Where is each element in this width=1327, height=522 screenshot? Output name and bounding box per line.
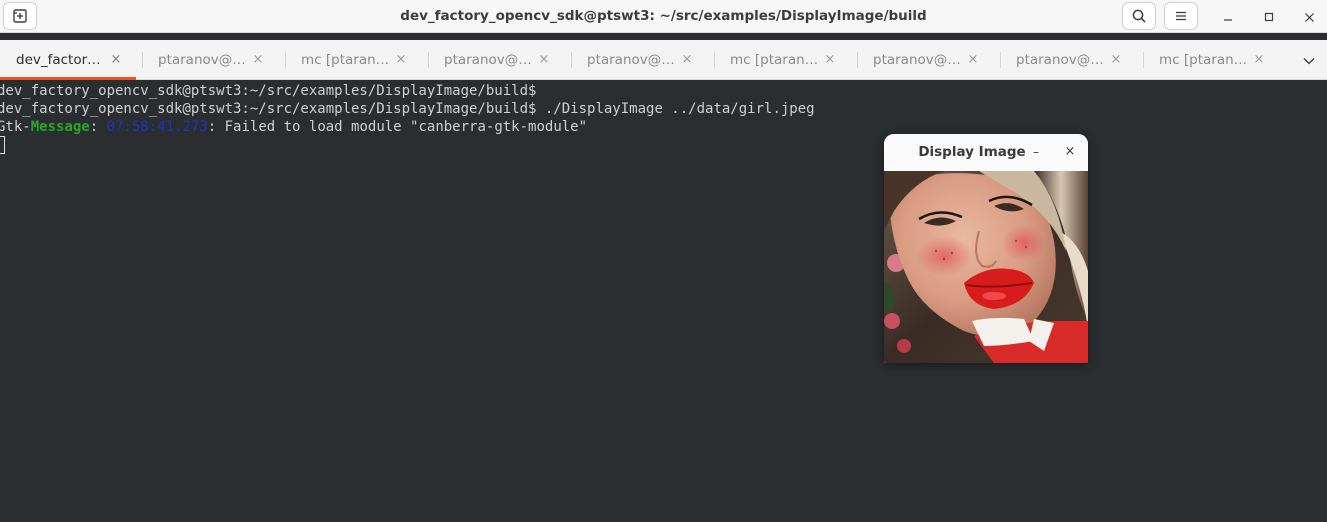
tab-label: mc [ptaranov@ptswt3] bbox=[1159, 52, 1249, 68]
hamburger-menu-icon bbox=[1176, 11, 1186, 21]
search-icon bbox=[1132, 9, 1146, 23]
close-icon bbox=[1304, 12, 1314, 22]
tab-label: ptaranov@ptswt3 bbox=[873, 52, 963, 68]
terminal-cursor bbox=[0, 136, 5, 154]
tab-close-button[interactable]: × bbox=[108, 51, 124, 69]
display-image-window[interactable]: Display Image – × bbox=[884, 134, 1088, 363]
tab-close-button[interactable]: × bbox=[250, 51, 266, 69]
new-tab-button[interactable] bbox=[3, 2, 37, 30]
tab-close-button[interactable]: × bbox=[679, 51, 695, 69]
gtk-prefix: Gtk- bbox=[0, 119, 31, 135]
tab-close-button[interactable]: × bbox=[1251, 51, 1267, 69]
terminal-line-3: Gtk-Message: 07:58:41.273: Failed to loa… bbox=[0, 118, 587, 136]
girl-photo-image bbox=[884, 171, 1088, 363]
active-tab-indicator bbox=[0, 77, 136, 80]
minimize-icon bbox=[1224, 19, 1232, 21]
message-colon: : bbox=[89, 119, 107, 135]
tab-close-button[interactable]: × bbox=[965, 51, 981, 69]
display-image-titlebar[interactable]: Display Image – × bbox=[884, 134, 1088, 171]
window-titlebar: dev_factory_opencv_sdk@ptswt3: ~/src/exa… bbox=[0, 0, 1327, 33]
tab-ptaranov-4[interactable]: ptaranov@ptswt3 × bbox=[857, 40, 1000, 80]
tab-dev-factory[interactable]: dev_factory_opencv_sdk@ptswt3: ~/src/exa… bbox=[0, 40, 143, 80]
tab-label: mc [ptaranov@ptswt3] bbox=[301, 52, 391, 68]
message-timestamp: 07:58:41.273 bbox=[106, 119, 208, 135]
maximize-icon bbox=[1264, 12, 1274, 22]
close-button[interactable] bbox=[1298, 6, 1320, 28]
new-tab-icon bbox=[13, 9, 27, 23]
menu-button[interactable] bbox=[1164, 2, 1198, 30]
display-image-close-button[interactable]: × bbox=[1061, 143, 1079, 161]
tab-mc-2[interactable]: mc [ptaranov@ptswt3] × bbox=[714, 40, 857, 80]
tab-label: ptaranov@ptswt3 bbox=[444, 52, 534, 68]
tab-mc-3[interactable]: mc [ptaranov@ptswt3] × bbox=[1143, 40, 1286, 80]
tab-label: ptaranov@ptswt3 bbox=[158, 52, 248, 68]
display-image-minimize-button[interactable]: – bbox=[1027, 143, 1045, 161]
tab-ptaranov-2[interactable]: ptaranov@ptswt3 × bbox=[428, 40, 571, 80]
terminal-area[interactable]: dev_factory_opencv_sdk@ptswt3:~/src/exam… bbox=[0, 81, 1327, 522]
displayed-photo bbox=[884, 171, 1088, 363]
tab-label: mc [ptaranov@ptswt3] bbox=[730, 52, 820, 68]
message-tag: Message bbox=[30, 119, 90, 135]
maximize-button[interactable] bbox=[1258, 6, 1280, 28]
tab-label: ptaranov@ptswt3 bbox=[587, 52, 677, 68]
tab-ptaranov-1[interactable]: ptaranov@ptswt3 × bbox=[142, 40, 285, 80]
tab-label: ptaranov@ptswt3 bbox=[1016, 52, 1106, 68]
terminal-line-1: dev_factory_opencv_sdk@ptswt3:~/src/exam… bbox=[0, 83, 537, 99]
tab-ptaranov-5[interactable]: ptaranov@ptswt3 × bbox=[1000, 40, 1143, 80]
search-button[interactable] bbox=[1122, 2, 1156, 30]
tab-ptaranov-3[interactable]: ptaranov@ptswt3 × bbox=[571, 40, 714, 80]
chevron-down-icon bbox=[1303, 58, 1315, 65]
tab-close-button[interactable]: × bbox=[822, 51, 838, 69]
tab-bar: dev_factory_opencv_sdk@ptswt3: ~/src/exa… bbox=[0, 40, 1327, 80]
tab-overflow-button[interactable] bbox=[1298, 50, 1320, 72]
minimize-button[interactable] bbox=[1217, 6, 1239, 28]
tab-mc-1[interactable]: mc [ptaranov@ptswt3] × bbox=[285, 40, 428, 80]
tab-close-button[interactable]: × bbox=[1108, 51, 1124, 69]
tab-close-button[interactable]: × bbox=[393, 51, 409, 69]
tab-label: dev_factory_opencv_sdk@ptswt3: ~/src/exa… bbox=[16, 52, 106, 68]
message-text: : Failed to load module "canberra-gtk-mo… bbox=[207, 119, 588, 135]
terminal-line-2: dev_factory_opencv_sdk@ptswt3:~/src/exam… bbox=[0, 101, 815, 117]
tab-close-button[interactable]: × bbox=[536, 51, 552, 69]
